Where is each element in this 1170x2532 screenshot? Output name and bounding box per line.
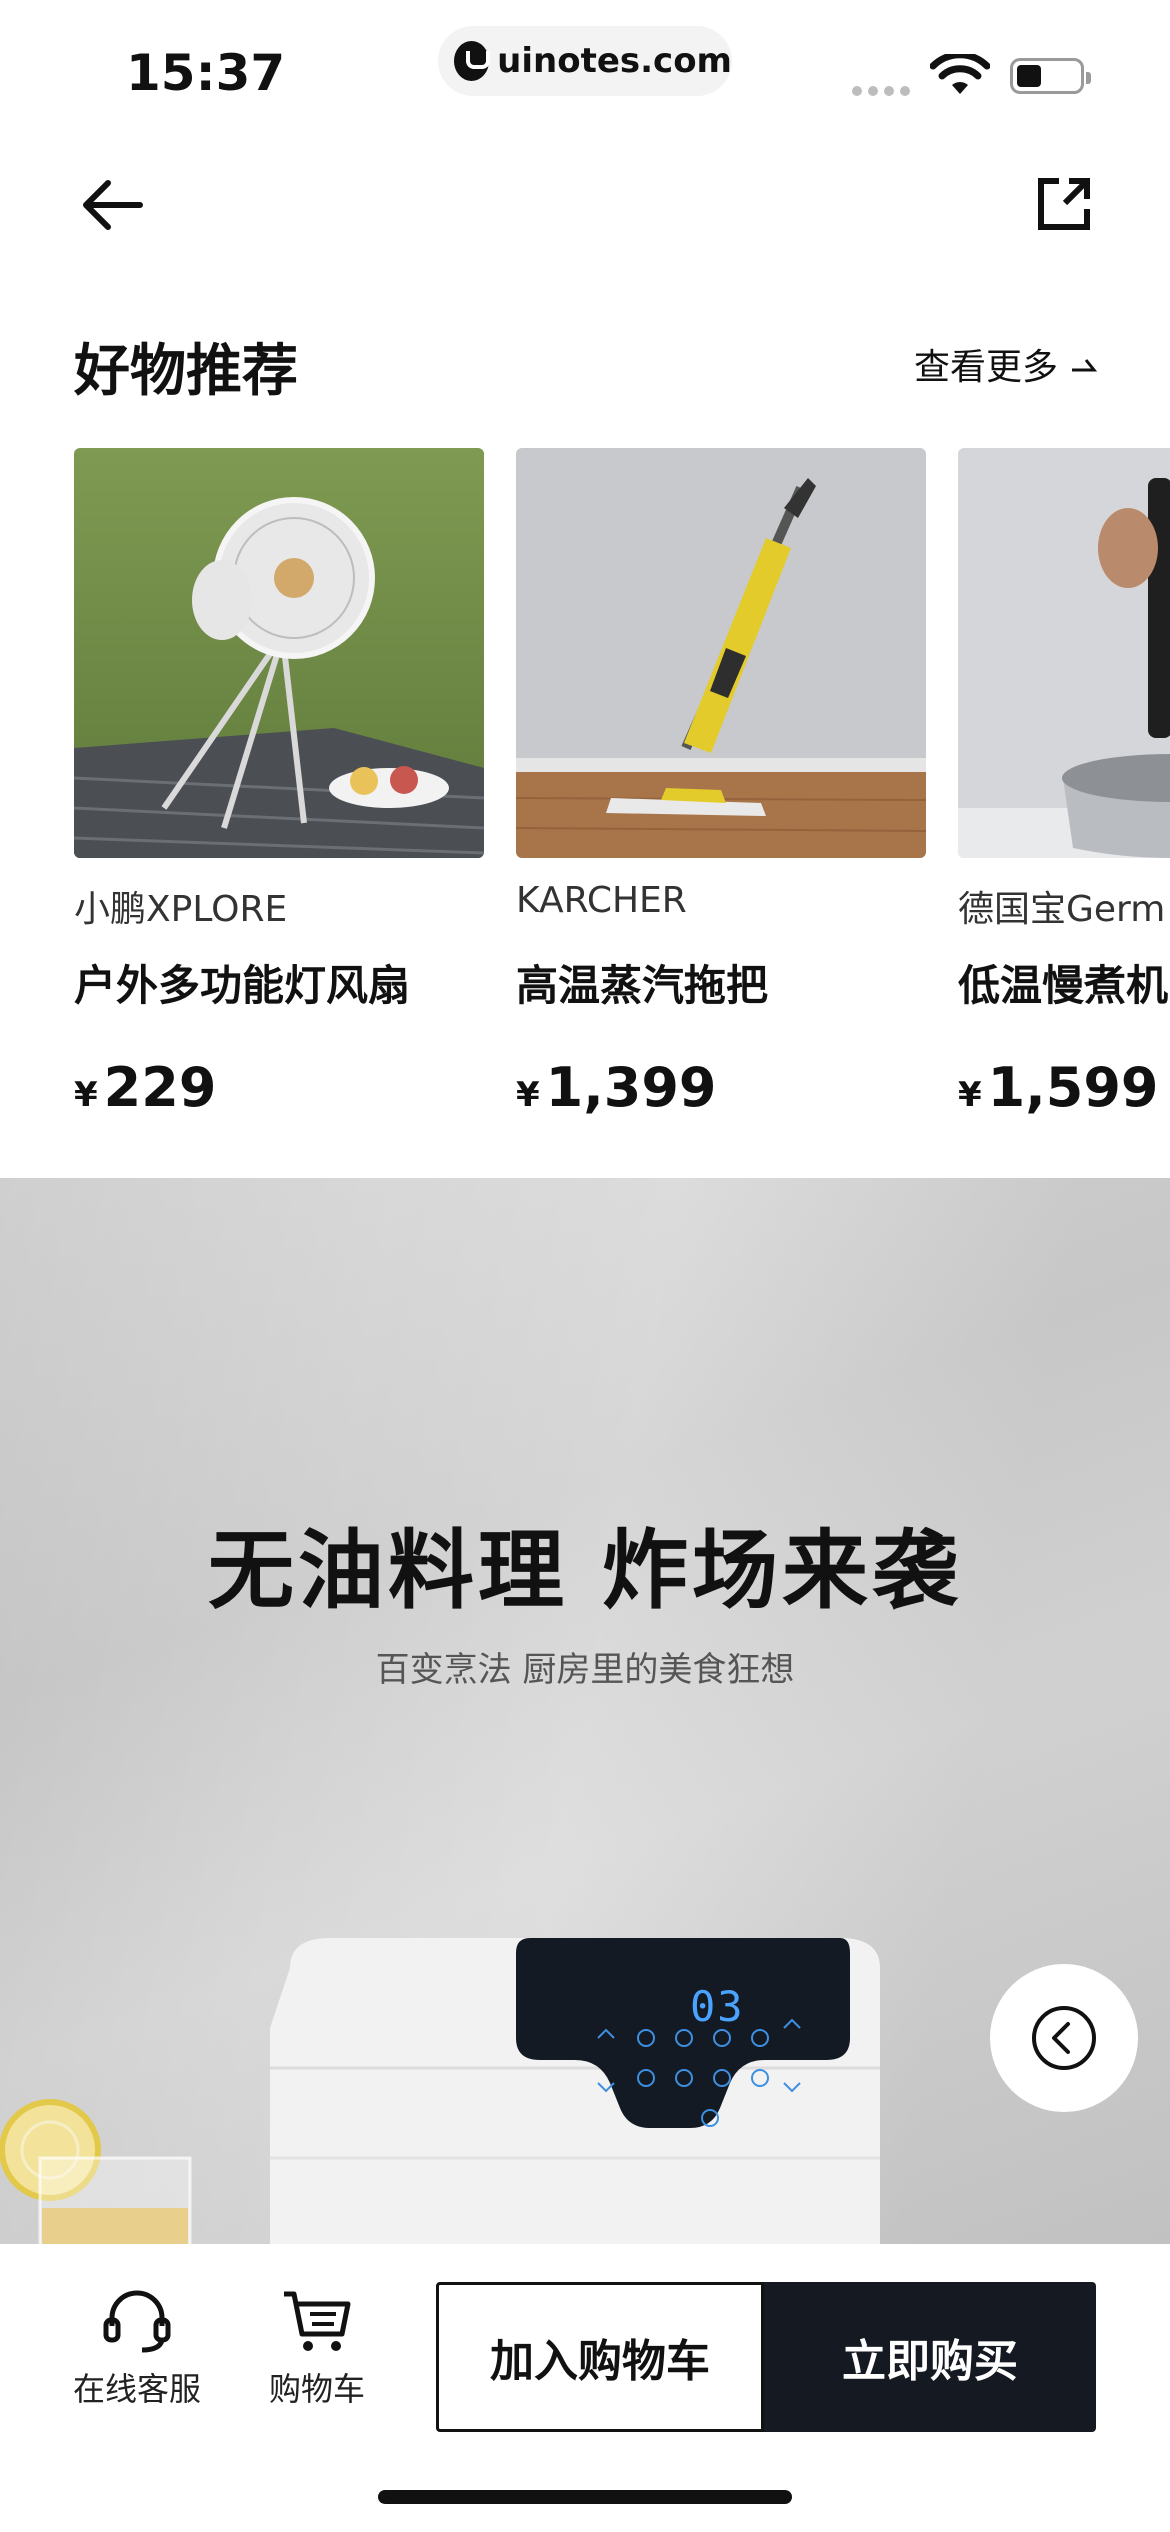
- product-name: 户外多功能灯风扇: [74, 961, 411, 1010]
- product-price: ¥ 229: [74, 1056, 216, 1119]
- product-card[interactable]: KARCHER 高温蒸汽拖把 ¥ 1,399: [516, 448, 926, 1148]
- see-more-link[interactable]: 查看更多: [914, 338, 1098, 390]
- bottom-action-bar: 在线客服 购物车 加入购物车 立即购买: [0, 2244, 1170, 2532]
- product-name: 高温蒸汽拖把: [516, 961, 769, 1010]
- url-pill[interactable]: uinotes.com: [438, 26, 732, 96]
- product-brand: 小鹏XPLORE: [74, 889, 288, 930]
- air-fryer-photo: [0, 1938, 880, 2244]
- banner-title: 无油料理 炸场来袭: [208, 1521, 962, 1621]
- status-time: 15:37: [126, 44, 286, 102]
- banner-subtitle: 百变烹法 厨房里的美食狂想: [375, 1650, 795, 1690]
- headset-icon: [103, 2290, 171, 2353]
- arrow-up-right-icon: [1072, 359, 1098, 372]
- chevron-left-circle-icon: [1032, 2006, 1096, 2070]
- customer-service-button[interactable]: 在线客服: [62, 2288, 212, 2410]
- steam-mop-photo: [516, 448, 926, 858]
- product-price: ¥ 1,399: [516, 1056, 716, 1119]
- price-currency: ¥: [516, 1075, 540, 1115]
- buy-now-button[interactable]: 立即购买: [764, 2282, 1096, 2432]
- share-external-icon: [1038, 178, 1090, 230]
- home-indicator[interactable]: [378, 2490, 792, 2504]
- arrow-left-icon: [83, 180, 143, 230]
- customer-service-label: 在线客服: [72, 2370, 201, 2408]
- product-carousel[interactable]: 小鹏XPLORE 户外多功能灯风扇 ¥ 229 KARCHER 高温蒸汽拖把 ¥…: [74, 448, 1170, 1148]
- carousel-prev-button[interactable]: [990, 1964, 1138, 2112]
- product-brand: 德国宝Germ: [958, 889, 1166, 930]
- promo-banner[interactable]: 无油料理 炸场来袭 百变烹法 厨房里的美食狂想 03: [0, 1178, 1170, 2244]
- status-bar: 15:37 uinotes.com: [0, 0, 1170, 130]
- product-card[interactable]: 德国宝Germ 低温慢煮机 ¥ 1,599: [958, 448, 1170, 1148]
- add-to-cart-button[interactable]: 加入购物车: [436, 2282, 764, 2432]
- price-value: 1,399: [545, 1056, 717, 1119]
- price-value: 229: [103, 1056, 217, 1119]
- cart-button[interactable]: 购物车: [242, 2288, 392, 2410]
- cart-label: 购物车: [268, 2370, 365, 2408]
- price-currency: ¥: [74, 1075, 98, 1115]
- url-text: uinotes.com: [497, 41, 732, 81]
- wifi-icon: [930, 54, 990, 94]
- product-price: ¥ 1,599: [958, 1056, 1158, 1119]
- fryer-display-readout: 03: [690, 1982, 745, 2031]
- cellular-signal-icon: [852, 86, 910, 96]
- product-card[interactable]: 小鹏XPLORE 户外多功能灯风扇 ¥ 229: [74, 448, 484, 1148]
- product-brand: KARCHER: [516, 880, 687, 921]
- cart-icon: [284, 2291, 351, 2351]
- sous-vide-photo: [958, 448, 1170, 858]
- battery-icon: [1010, 58, 1091, 94]
- price-value: 1,599: [987, 1056, 1159, 1119]
- back-button[interactable]: [72, 170, 152, 240]
- section-title: 好物推荐: [74, 339, 298, 404]
- see-more-label: 查看更多: [914, 347, 1059, 388]
- site-logo-icon: [454, 41, 491, 81]
- share-button[interactable]: [1028, 168, 1100, 240]
- camping-fan-photo: [74, 448, 484, 858]
- price-currency: ¥: [958, 1075, 982, 1115]
- product-name: 低温慢煮机: [958, 961, 1169, 1010]
